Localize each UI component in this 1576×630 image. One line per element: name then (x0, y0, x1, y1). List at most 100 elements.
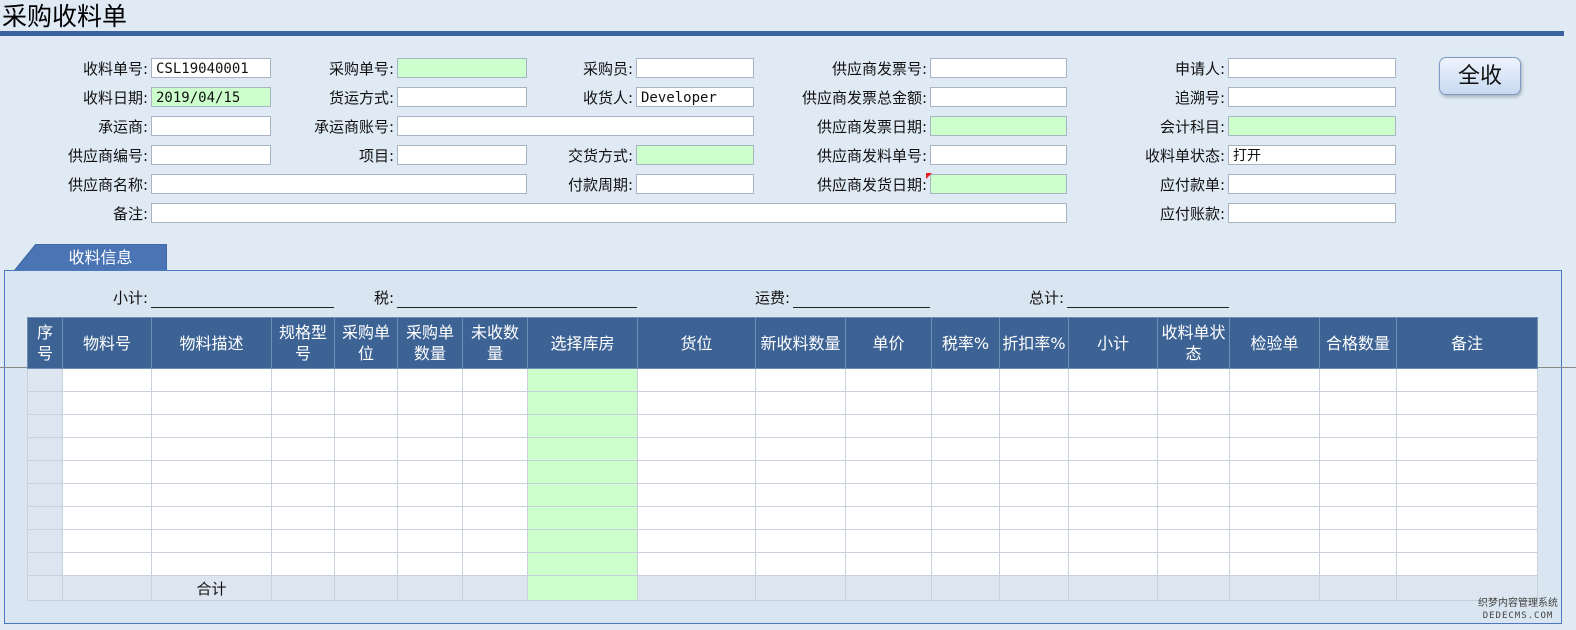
table-cell[interactable] (151, 483, 272, 507)
table-cell[interactable] (755, 506, 846, 530)
supplier-ship-date-field[interactable] (930, 174, 1067, 194)
table-cell[interactable] (1157, 368, 1230, 392)
table-cell[interactable] (462, 483, 528, 507)
row-number-cell[interactable] (27, 460, 63, 484)
table-cell[interactable] (999, 391, 1069, 415)
table-cell[interactable] (271, 483, 335, 507)
ship-method-field[interactable] (397, 87, 527, 107)
table-cell[interactable] (334, 391, 398, 415)
table-cell[interactable] (637, 437, 756, 461)
table-cell[interactable] (931, 552, 1000, 576)
table-cell[interactable] (397, 414, 463, 438)
supplier-invoice-total-field[interactable] (930, 87, 1067, 107)
table-cell[interactable] (1157, 391, 1230, 415)
table-cell[interactable] (931, 368, 1000, 392)
row-number-cell[interactable] (27, 414, 63, 438)
remark-field[interactable] (151, 203, 1067, 223)
table-cell[interactable] (1396, 483, 1538, 507)
table-cell[interactable] (1319, 529, 1397, 553)
table-cell[interactable] (931, 414, 1000, 438)
table-cell[interactable] (1229, 483, 1320, 507)
table-cell[interactable] (527, 391, 638, 415)
row-number-cell[interactable] (27, 368, 63, 392)
table-cell[interactable] (1319, 391, 1397, 415)
table-cell[interactable] (1068, 529, 1158, 553)
column-header[interactable]: 选择库房 (527, 317, 638, 369)
table-cell[interactable] (637, 368, 756, 392)
table-cell[interactable] (62, 368, 152, 392)
table-cell[interactable] (462, 460, 528, 484)
table-cell[interactable] (1157, 506, 1230, 530)
table-cell[interactable] (1396, 460, 1538, 484)
table-cell[interactable] (397, 437, 463, 461)
buyer-field[interactable] (636, 58, 754, 78)
table-cell[interactable] (845, 483, 932, 507)
row-number-cell[interactable] (27, 552, 63, 576)
supplier-invoice-no-field[interactable] (930, 58, 1067, 78)
table-cell[interactable] (931, 483, 1000, 507)
table-cell[interactable] (1068, 506, 1158, 530)
table-cell[interactable] (1396, 391, 1538, 415)
column-header[interactable]: 采购单位 (334, 317, 398, 369)
receipt-no-field[interactable]: CSL19040001 (151, 58, 271, 78)
row-number-cell[interactable] (27, 529, 63, 553)
table-cell[interactable] (334, 368, 398, 392)
supplier-code-field[interactable] (151, 145, 271, 165)
table-cell[interactable] (462, 437, 528, 461)
table-cell[interactable] (151, 437, 272, 461)
table-cell[interactable] (527, 483, 638, 507)
table-cell[interactable] (755, 437, 846, 461)
table-cell[interactable] (1229, 437, 1320, 461)
table-cell[interactable] (62, 552, 152, 576)
table-cell[interactable] (1396, 529, 1538, 553)
receipt-status-field[interactable]: 打开 (1228, 145, 1396, 165)
table-cell[interactable] (62, 506, 152, 530)
account-subject-field[interactable] (1228, 116, 1396, 136)
table-cell[interactable] (999, 437, 1069, 461)
table-cell[interactable] (151, 368, 272, 392)
table-cell[interactable] (845, 414, 932, 438)
table-cell[interactable] (1319, 414, 1397, 438)
table-cell[interactable] (271, 506, 335, 530)
column-header[interactable]: 折扣率% (999, 317, 1069, 369)
table-cell[interactable] (1396, 506, 1538, 530)
column-header[interactable]: 规格型号 (271, 317, 335, 369)
table-cell[interactable] (462, 368, 528, 392)
table-cell[interactable] (334, 483, 398, 507)
table-cell[interactable] (334, 460, 398, 484)
table-cell[interactable] (999, 529, 1069, 553)
table-cell[interactable] (462, 414, 528, 438)
row-number-cell[interactable] (27, 483, 63, 507)
table-cell[interactable] (1319, 506, 1397, 530)
supplier-dispatch-no-field[interactable] (930, 145, 1067, 165)
table-cell[interactable] (845, 552, 932, 576)
payment-cycle-field[interactable] (636, 174, 754, 194)
table-cell[interactable] (999, 483, 1069, 507)
table-cell[interactable] (151, 414, 272, 438)
table-cell[interactable] (1319, 483, 1397, 507)
table-cell[interactable] (845, 506, 932, 530)
column-header[interactable]: 新收料数量 (755, 317, 846, 369)
table-cell[interactable] (397, 529, 463, 553)
table-cell[interactable] (845, 368, 932, 392)
tab-receipt-info[interactable]: 收料信息 (14, 244, 167, 271)
table-cell[interactable] (845, 529, 932, 553)
table-cell[interactable] (845, 460, 932, 484)
table-cell[interactable] (637, 460, 756, 484)
row-number-cell[interactable] (27, 391, 63, 415)
column-header[interactable]: 采购单数量 (397, 317, 463, 369)
table-cell[interactable] (62, 437, 152, 461)
table-cell[interactable] (1068, 391, 1158, 415)
table-cell[interactable] (1157, 414, 1230, 438)
table-cell[interactable] (151, 391, 272, 415)
column-header[interactable]: 物料描述 (151, 317, 272, 369)
table-cell[interactable] (1229, 460, 1320, 484)
column-header[interactable]: 税率% (931, 317, 1000, 369)
table-cell[interactable] (1396, 437, 1538, 461)
column-header[interactable]: 物料号 (62, 317, 152, 369)
applicant-field[interactable] (1228, 58, 1396, 78)
carrier-account-field[interactable] (397, 116, 754, 136)
receipt-date-field[interactable]: 2019/04/15 (151, 87, 271, 107)
column-header[interactable]: 序号 (27, 317, 63, 369)
table-cell[interactable] (1229, 529, 1320, 553)
